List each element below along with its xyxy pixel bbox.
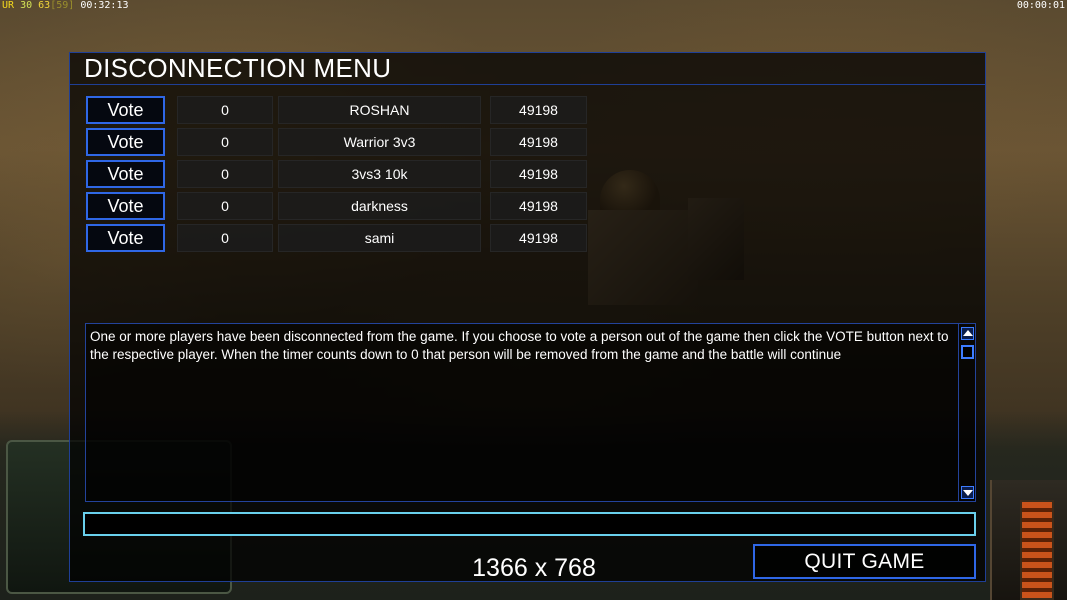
title-divider xyxy=(70,84,985,85)
vote-button[interactable]: Vote xyxy=(86,96,165,124)
disconnection-dialog: DISCONNECTION MENU Vote 0 ROSHAN 49198 V… xyxy=(69,52,986,582)
player-value: 49198 xyxy=(490,224,587,252)
info-message: One or more players have been disconnect… xyxy=(90,329,949,362)
power-meter xyxy=(1020,500,1054,600)
player-value: 49198 xyxy=(490,192,587,220)
scroll-up-icon[interactable] xyxy=(961,327,974,340)
dialog-title: DISCONNECTION MENU xyxy=(84,53,392,83)
scroll-thumb[interactable] xyxy=(961,345,974,359)
stat-c: [59] xyxy=(50,0,75,11)
player-row: Vote 0 Warrior 3v3 49198 xyxy=(85,128,590,156)
info-scrollbar[interactable] xyxy=(958,324,976,501)
resolution-label: 1366 x 768 xyxy=(472,554,596,582)
vote-button[interactable]: Vote xyxy=(86,192,165,220)
player-row: Vote 0 3vs3 10k 49198 xyxy=(85,160,590,188)
player-value: 49198 xyxy=(490,96,587,124)
player-name: darkness xyxy=(278,192,481,220)
player-name: Warrior 3v3 xyxy=(278,128,481,156)
vote-count: 0 xyxy=(177,224,273,252)
scroll-down-icon[interactable] xyxy=(961,486,974,499)
player-row: Vote 0 sami 49198 xyxy=(85,224,590,252)
player-name: sami xyxy=(278,224,481,252)
vote-count: 0 xyxy=(177,160,273,188)
vote-count: 0 xyxy=(177,96,273,124)
game-clock: 00:32:13 xyxy=(80,0,129,11)
vote-button[interactable]: Vote xyxy=(86,224,165,252)
player-value: 49198 xyxy=(490,160,587,188)
stat-a: 30 xyxy=(20,0,33,11)
stat-ur: UR xyxy=(2,0,15,11)
stat-b: 63 xyxy=(38,0,51,11)
player-row: Vote 0 darkness 49198 xyxy=(85,192,590,220)
player-value: 49198 xyxy=(490,128,587,156)
player-name: 3vs3 10k xyxy=(278,160,481,188)
info-message-box[interactable]: One or more players have been disconnect… xyxy=(85,323,976,502)
countdown-clock: 00:00:01 xyxy=(1016,0,1065,11)
vote-count: 0 xyxy=(177,192,273,220)
quit-game-button[interactable]: QUIT GAME xyxy=(753,544,976,579)
chat-input[interactable] xyxy=(83,512,976,536)
vote-button[interactable]: Vote xyxy=(86,128,165,156)
vote-count: 0 xyxy=(177,128,273,156)
vote-button[interactable]: Vote xyxy=(86,160,165,188)
player-row: Vote 0 ROSHAN 49198 xyxy=(85,96,590,124)
player-name: ROSHAN xyxy=(278,96,481,124)
performance-stats: UR 30 63[59] 00:32:13 xyxy=(2,0,129,12)
